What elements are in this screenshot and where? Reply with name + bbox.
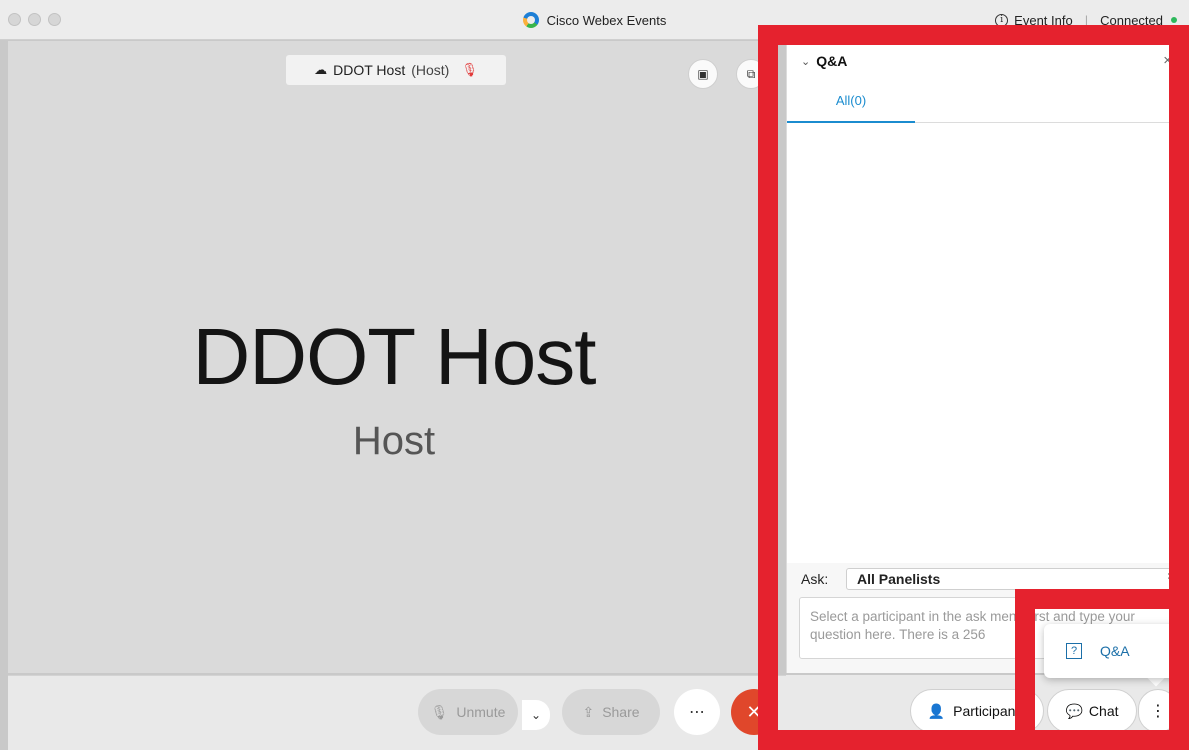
app-title: Cisco Webex Events <box>546 12 667 28</box>
unmute-label: Unmute <box>456 704 506 720</box>
audio-options-button[interactable]: ⌄ <box>522 700 550 730</box>
pip-icon: ▣ <box>697 67 709 81</box>
unmute-button[interactable]: 🎙 Unmute <box>418 689 518 735</box>
host-icon: ☁ <box>314 62 328 77</box>
speaker-role: Host <box>352 419 436 463</box>
connected-dot-icon <box>1171 17 1177 23</box>
popout-icon: ⧉ <box>746 66 756 81</box>
webex-logo-icon <box>522 12 539 28</box>
share-icon: ⇪ <box>582 703 595 720</box>
mic-icon: 🎙 <box>430 703 449 720</box>
share-label: Share <box>602 704 640 720</box>
chip-role: (Host) <box>411 62 450 78</box>
chip-name: DDOT Host <box>333 62 406 78</box>
picture-in-picture-button[interactable]: ▣ <box>688 59 718 89</box>
muted-mic-icon: 🎙 <box>461 62 478 77</box>
annotation-frame-chat <box>1015 589 1189 750</box>
video-stage: ☁ DDOT Host (Host) 🎙 ▣ ⧉ DDOT Host Host <box>8 41 766 673</box>
more-options-button[interactable]: ⋯ <box>674 689 720 735</box>
speaker-name: DDOT Host <box>192 312 597 401</box>
active-speaker-chip: ☁ DDOT Host (Host) 🎙 <box>286 55 506 85</box>
share-button[interactable]: ⇪ Share <box>562 689 660 735</box>
